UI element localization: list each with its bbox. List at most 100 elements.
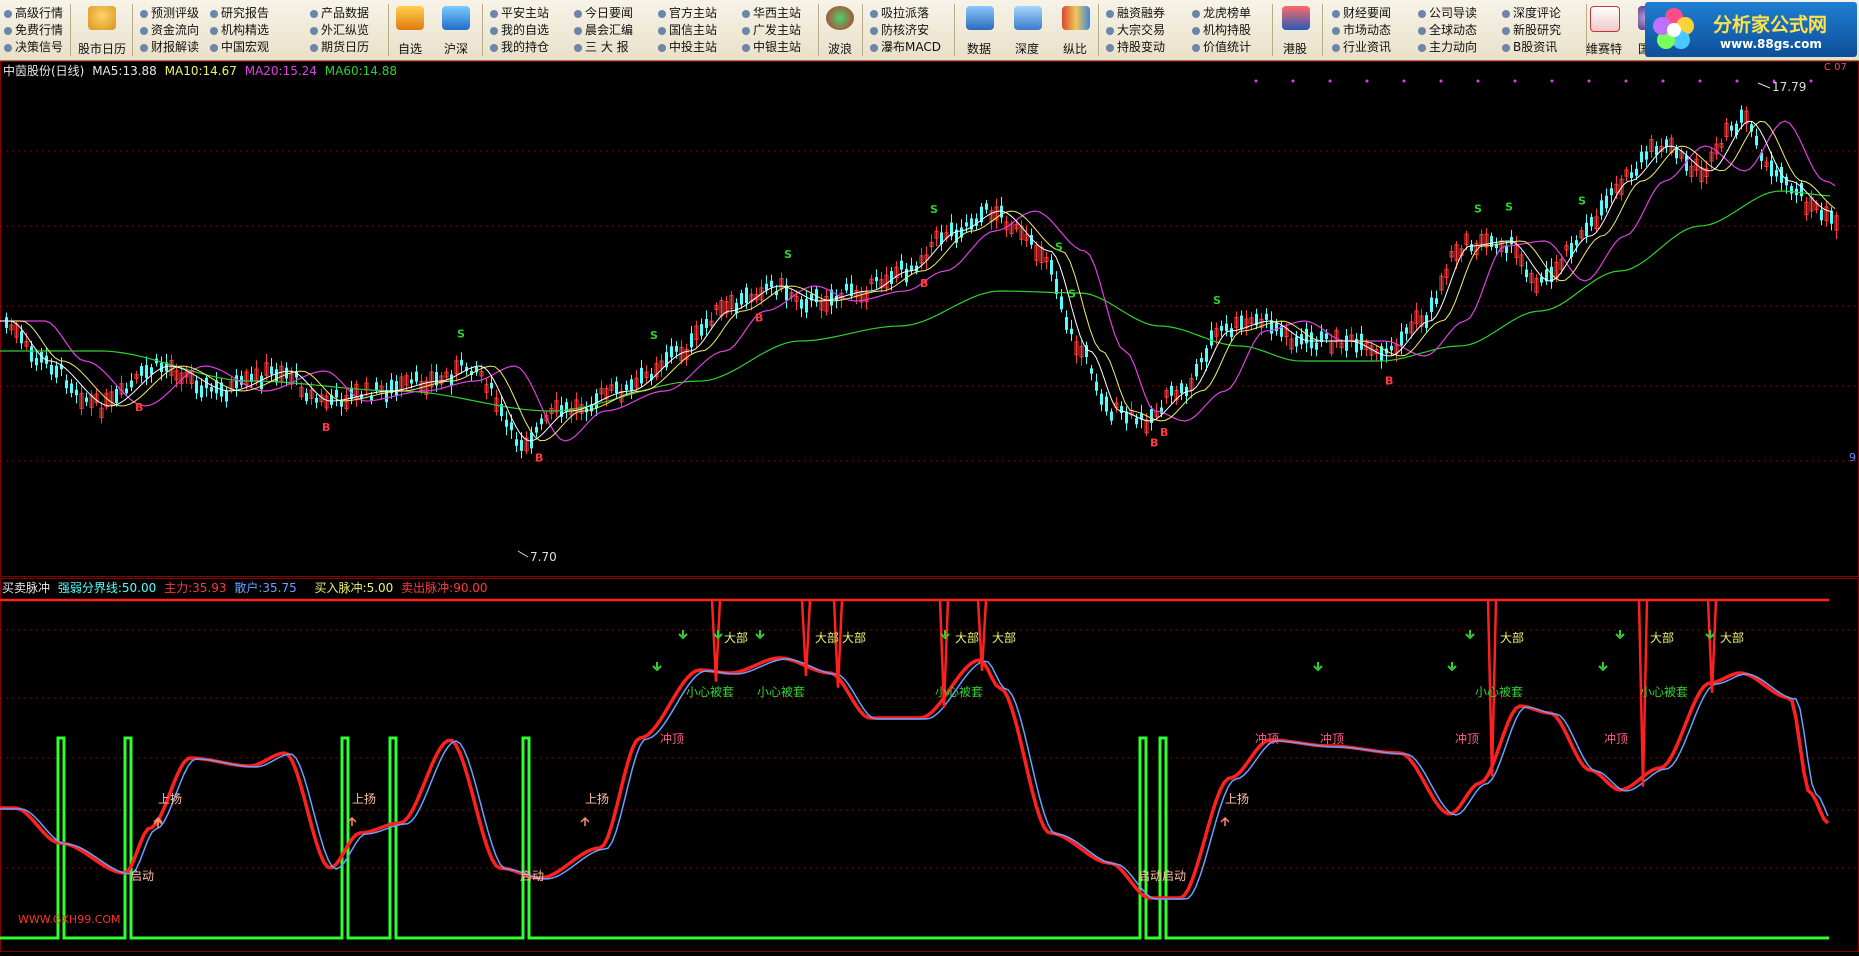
tb-item[interactable]: 深度评论 [1502, 5, 1561, 21]
candle-body-down [340, 400, 343, 407]
tb-item[interactable]: 三 大 报 [574, 39, 629, 55]
tb-item[interactable]: 防核济安 [870, 22, 929, 38]
shanghai-shenzhen-button[interactable]: 沪深 [444, 40, 468, 57]
candle-body-down [1070, 328, 1073, 335]
watchlist-button[interactable]: 自选 [398, 40, 422, 57]
tb-item[interactable]: 中国宏观 [210, 39, 269, 55]
candle-body-down [335, 389, 338, 398]
favorites-icon[interactable] [396, 6, 424, 30]
tb-item[interactable]: 决策信号 [4, 39, 63, 55]
candle-body-down [1320, 331, 1323, 342]
tb-item-label: 全球动态 [1429, 23, 1478, 37]
tb-item[interactable]: 产品数据 [310, 5, 369, 21]
tb-item[interactable]: 预测评级 [140, 5, 199, 21]
tb-item-label: 平安主站 [501, 6, 550, 20]
tb-item[interactable]: 龙虎榜单 [1192, 5, 1251, 21]
tb-item-label: 我的自选 [501, 23, 550, 37]
tb-item[interactable]: 行业资讯 [1332, 39, 1391, 55]
bullet-icon [1418, 27, 1426, 35]
wave-icon[interactable] [826, 6, 854, 30]
tb-item[interactable]: 机构精选 [210, 22, 269, 38]
wave-button[interactable]: 波浪 [828, 40, 852, 57]
indicator-panel[interactable]: 大部 大部 大部 大部 大部 大部 大部 大部 小心被套 小心被套 小心被套 小心被套 小心被套 冲顶 冲顶… [0, 578, 1859, 952]
kline-panel[interactable]: BBBBBBBBSSSSSSSSSS 17.79 7.70 9 C 07 中茵股… [0, 61, 1859, 577]
bullet-icon [1502, 44, 1510, 52]
ma10-line [0, 120, 1836, 442]
tb-item[interactable]: 研究报告 [210, 5, 269, 21]
main-force-line [0, 656, 1830, 900]
tb-item[interactable]: 国信主站 [658, 22, 717, 38]
hk-stock-icon[interactable] [1282, 6, 1310, 30]
visit-button[interactable]: 维赛特 [1586, 40, 1622, 57]
tb-item[interactable]: 中银主站 [742, 39, 801, 55]
kline-chart[interactable]: BBBBBBBBS SSSSS SS S S 17.79 7.70 9 C 07 [0, 61, 1859, 577]
ma5-value: 13.88 [122, 64, 157, 78]
candle-body-down [745, 287, 748, 304]
tb-item[interactable]: 主力动向 [1418, 39, 1477, 55]
tb-item[interactable]: 持股变动 [1106, 39, 1165, 55]
sell-pulse-value: 90.00 [453, 581, 488, 595]
tb-item[interactable]: B股资讯 [1502, 39, 1557, 55]
bullet-icon [1502, 10, 1510, 18]
tb-item[interactable]: 官方主站 [658, 5, 717, 21]
tb-item[interactable]: 全球动态 [1418, 22, 1477, 38]
tb-item[interactable]: 公司导读 [1418, 5, 1477, 21]
top-dot-marker [1476, 79, 1480, 83]
pulse-indicator-chart[interactable]: 大部 大部 大部 大部 大部 大部 大部 大部小心被套 小心被套 小心被套 小心被套 小心被套冲顶 冲顶… [0, 578, 1859, 952]
compare-icon[interactable] [1062, 6, 1090, 30]
bullet-icon [490, 10, 498, 18]
buy-signal: B [535, 452, 543, 465]
candle-body-down [1100, 393, 1103, 405]
tb-item[interactable]: 机构持股 [1192, 22, 1251, 38]
tb-item[interactable]: 融资融券 [1106, 5, 1165, 21]
candle-body-down [1240, 315, 1243, 330]
tb-item[interactable]: 期货日历 [310, 39, 369, 55]
candle-body-down [1055, 278, 1058, 295]
tb-item[interactable]: 市场动态 [1332, 22, 1391, 38]
data-icon[interactable] [966, 6, 994, 30]
candle-body-down [1120, 406, 1123, 414]
tb-item[interactable]: 华西主站 [742, 5, 801, 21]
bullet-icon [490, 44, 498, 52]
tb-item[interactable]: 外汇纵览 [310, 22, 369, 38]
flower-logo-icon [1653, 8, 1694, 49]
candle-body-down [1470, 244, 1473, 252]
depth-button[interactable]: 深度 [1015, 40, 1039, 57]
candle-body-down [20, 331, 23, 344]
data-button[interactable]: 数据 [967, 40, 991, 57]
tb-item[interactable]: 瀑布MACD [870, 39, 941, 55]
tb-item[interactable]: 吸拉派落 [870, 5, 929, 21]
tb-item[interactable]: 晨会汇编 [574, 22, 633, 38]
tb-item[interactable]: 今日要闻 [574, 5, 633, 21]
tb-item-label: 主力动向 [1429, 40, 1478, 54]
tb-item[interactable]: 高级行情 [4, 5, 63, 21]
compare-button[interactable]: 纵比 [1063, 40, 1087, 57]
candle-body-down [145, 365, 148, 379]
hk-stock-button[interactable]: 港股 [1283, 40, 1307, 57]
down-arrow-icon [652, 662, 662, 672]
tb-item[interactable]: 免费行情 [4, 22, 63, 38]
market-icon[interactable] [442, 6, 470, 30]
bullet-icon [310, 10, 318, 18]
tb-item[interactable]: 我的持仓 [490, 39, 549, 55]
tb-item[interactable]: 财经要闻 [1332, 5, 1391, 21]
tb-item[interactable]: 价值统计 [1192, 39, 1251, 55]
candle-body-down [65, 380, 68, 389]
start-annotation: 启动 [130, 869, 154, 883]
tb-item[interactable]: 中投主站 [658, 39, 717, 55]
tb-item[interactable]: 新股研究 [1502, 22, 1561, 38]
tb-item-label: 机构精选 [221, 23, 270, 37]
candle-body-down [595, 393, 598, 409]
tb-item[interactable]: 我的自选 [490, 22, 549, 38]
tb-item[interactable]: 财报解读 [140, 39, 199, 55]
calendar-icon[interactable] [88, 6, 116, 30]
checkmark-icon[interactable] [1590, 6, 1620, 32]
stock-calendar-button[interactable]: 股市日历 [78, 40, 126, 57]
tb-item[interactable]: 平安主站 [490, 5, 549, 21]
candle-body-down [805, 298, 808, 313]
tb-item[interactable]: 资金流向 [140, 22, 199, 38]
tb-item[interactable]: 大宗交易 [1106, 22, 1165, 38]
rise-annotation: 上扬 [158, 791, 182, 806]
tb-item[interactable]: 广发主站 [742, 22, 801, 38]
depth-icon[interactable] [1014, 6, 1042, 30]
